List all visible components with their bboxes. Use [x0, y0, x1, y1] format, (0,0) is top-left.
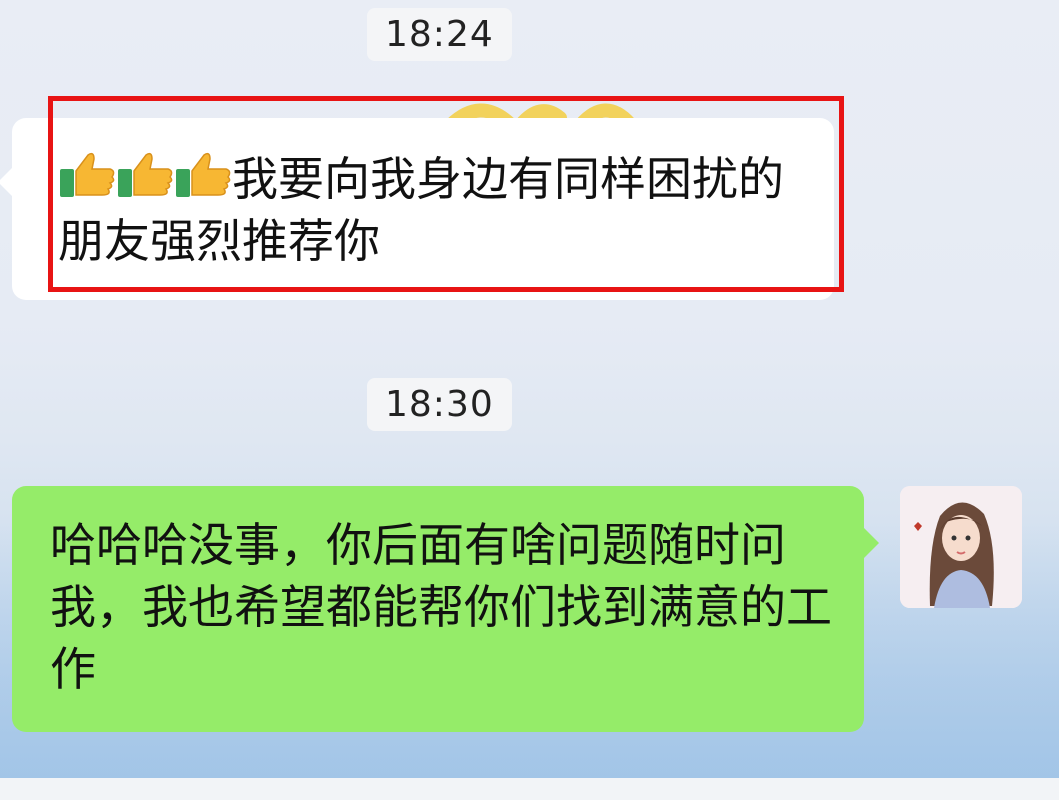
avatar[interactable] — [900, 486, 1022, 608]
outgoing-message-text: 哈哈哈没事，你后面有啥问题随时问我，我也希望都能帮你们找到满意的工作 — [50, 518, 832, 696]
input-bar-edge — [0, 778, 1059, 800]
outgoing-message-bubble[interactable]: 哈哈哈没事，你后面有啥问题随时问我，我也希望都能帮你们找到满意的工作 — [12, 486, 879, 732]
timestamp: 18:30 — [367, 378, 512, 431]
highlight-annotation-box — [48, 96, 844, 292]
timestamp: 18:24 — [367, 8, 512, 61]
